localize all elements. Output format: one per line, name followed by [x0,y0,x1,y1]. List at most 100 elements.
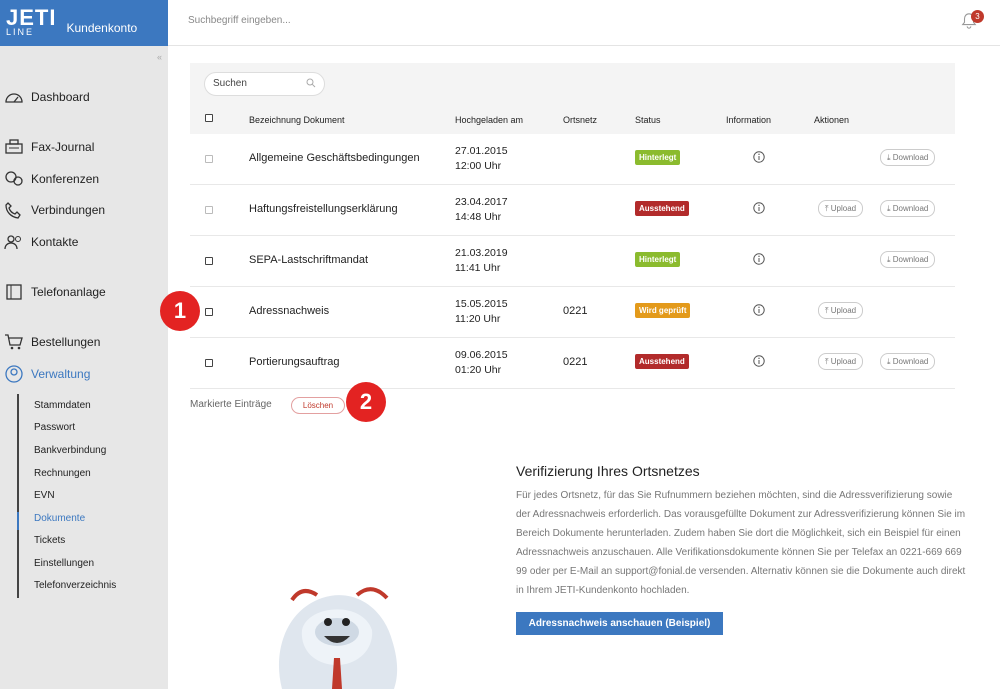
row-checkbox[interactable] [205,206,213,214]
upload-label: Upload [830,204,857,213]
submenu-item-evn[interactable]: EVN [34,490,55,501]
table-header: Bezeichnung Dokument Hochgeladen am Orts… [190,105,955,134]
download-button[interactable]: ⤓ Download [880,353,936,370]
submenu-item-dokumente[interactable]: Dokumente [34,513,85,524]
upload-label: Upload [830,306,857,315]
top-bar: Suchbegriff eingeben... 3 [168,0,1000,46]
submenu-item-stammdaten[interactable]: Stammdaten [34,400,91,411]
sidebar-item-konferenzen[interactable]: Konferenzen [4,170,99,188]
upload-date-time: 01:20 Uhr [455,364,502,376]
submenu-item-passwort[interactable]: Passwort [34,422,75,433]
verification-text: Für jedes Ortsnetz, für das Sie Rufnumme… [516,490,966,596]
status-badge: Ausstehend [635,354,689,369]
info-icon[interactable] [753,304,765,316]
submenu-item-telefonverzeichnis[interactable]: Telefonverzeichnis [34,580,116,591]
search-icon [306,78,316,88]
column-header-name[interactable]: Bezeichnung Dokument [249,115,345,125]
sidebar-item-verbindungen[interactable]: Verbindungen [4,201,105,219]
info-icon[interactable] [753,253,765,265]
sidebar-item-label: Fax-Journal [31,140,95,154]
upload-date-time: 11:20 Uhr [455,313,501,325]
submenu-item-bankverbindung[interactable]: Bankverbindung [34,445,106,456]
upload-button[interactable]: ⤒ Upload [818,302,864,319]
sidebar-item-kontakte[interactable]: Kontakte [4,233,78,251]
upload-date: 23.04.2017 14:48 Uhr [455,195,508,225]
upload-date-time: 11:41 Uhr [455,262,501,274]
row-checkbox[interactable] [205,359,213,367]
conference-icon [5,171,23,186]
download-button[interactable]: ⤓ Download [880,251,936,268]
column-header-information: Information [726,115,772,125]
yeti-mascot-image [278,587,398,689]
info-icon[interactable] [753,151,765,163]
download-button[interactable]: ⤓ Download [880,149,936,166]
submenu-item-einstellungen[interactable]: Einstellungen [34,558,94,569]
select-all-checkbox[interactable] [205,114,213,122]
submenu-item-rechnungen[interactable]: Rechnungen [34,468,91,479]
download-label: Download [892,204,929,213]
download-button[interactable]: ⤓ Download [880,200,936,217]
sidebar-item-verwaltung[interactable]: Verwaltung [4,365,90,383]
brand-logo-area[interactable]: JETI LINE Kundenkonto [0,0,168,46]
upload-button[interactable]: ⤒ Upload [818,200,864,217]
collapse-sidebar-icon[interactable]: « [157,52,162,62]
global-search-input[interactable]: Suchbegriff eingeben... [188,15,291,26]
table-row: Adressnachweis 15.05.2015 11:20 Uhr 0221 … [190,287,955,338]
view-address-proof-button[interactable]: Adressnachweis anschauen (Beispiel) [516,612,723,635]
marked-entries-label: Markierte Einträge [190,399,272,410]
document-name: Adressnachweis [249,305,330,317]
column-header-status[interactable]: Status [635,115,661,125]
sidebar-item-label: Bestellungen [31,335,101,349]
column-header-ortsnetz[interactable]: Ortsnetz [563,115,597,125]
sidebar-item-label: Dashboard [31,90,90,104]
ortsnetz-value: 0221 [563,305,588,317]
logo-subtext: LINE [6,27,35,37]
row-checkbox[interactable] [205,308,213,316]
download-icon: ⤓ [887,255,891,264]
sidebar-item-dashboard[interactable]: Dashboard [4,88,90,106]
row-checkbox[interactable] [205,257,213,265]
info-icon[interactable] [753,355,765,367]
document-name: SEPA-Lastschriftmandat [249,254,369,266]
submenu-item-tickets[interactable]: Tickets [34,535,65,546]
download-label: Download [892,255,929,264]
upload-date-day: 27.01.2015 [455,145,508,157]
upload-date: 15.05.2015 11:20 Uhr [455,297,508,327]
sidebar: « Dashboard Fax-Journal Konferenzen Verb… [0,46,168,689]
active-submenu-marker [17,512,19,530]
upload-icon: ⤒ [825,357,829,366]
sidebar-item-bestellungen[interactable]: Bestellungen [4,333,100,351]
download-icon: ⤓ [887,357,891,366]
phone-icon [5,202,21,219]
sidebar-item-label: Kontakte [31,235,79,249]
status-badge: Hinterlegt [635,150,681,165]
upload-date: 27.01.2015 12:00 Uhr [455,144,508,174]
delete-selected-button[interactable]: Löschen [291,397,345,414]
upload-icon: ⤒ [825,306,829,315]
upload-date-day: 09.06.2015 [455,349,508,361]
sidebar-item-fax-journal[interactable]: Fax-Journal [4,138,94,156]
table-row: Haftungsfreistellungserklärung 23.04.201… [190,185,955,236]
cart-icon [5,334,23,350]
logo-text: JETI [6,5,57,30]
callout-badge-2: 2 [346,382,386,422]
download-label: Download [892,357,929,366]
status-badge: Wird geprüft [635,303,691,318]
jeti-logo: JETI LINE [6,5,57,38]
sidebar-item-label: Verwaltung [31,367,91,381]
upload-date: 09.06.2015 01:20 Uhr [455,348,508,378]
dashboard-icon [5,93,23,103]
upload-icon: ⤒ [825,204,829,213]
info-icon[interactable] [753,202,765,214]
upload-label: Upload [830,357,857,366]
row-checkbox[interactable] [205,155,213,163]
upload-button[interactable]: ⤒ Upload [818,353,864,370]
sidebar-item-telefonanlage[interactable]: Telefonanlage [4,283,106,301]
fax-icon [5,139,23,154]
table-search-input[interactable]: Suchen [204,72,325,96]
upload-date-time: 14:48 Uhr [455,211,502,223]
upload-date-day: 23.04.2017 [455,196,508,208]
notification-badge: 3 [971,10,984,23]
verification-title: Verifizierung Ihres Ortsnetzes [516,463,700,479]
column-header-uploaded[interactable]: Hochgeladen am [455,115,523,125]
